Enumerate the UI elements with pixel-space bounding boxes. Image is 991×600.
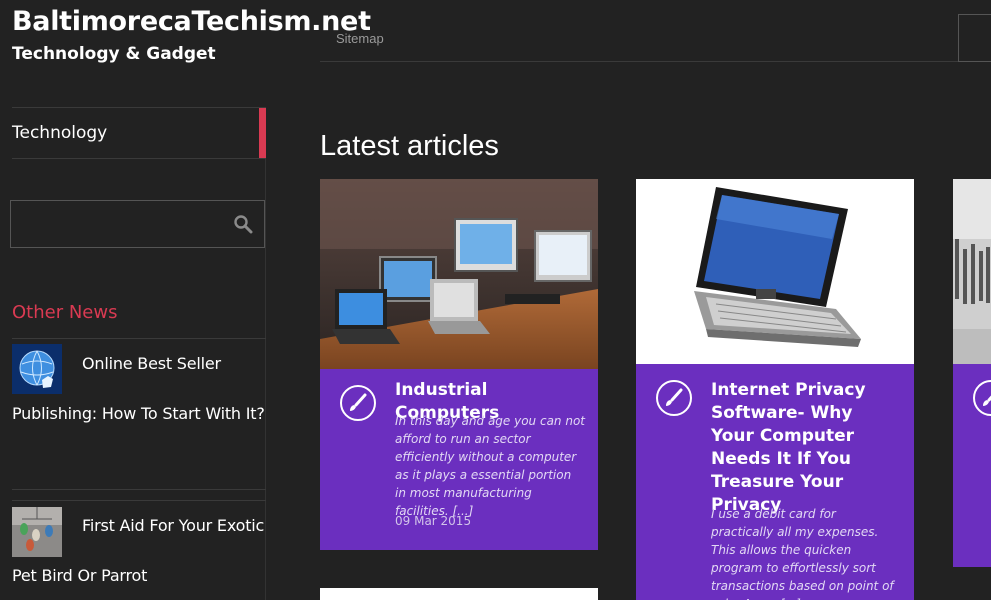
article-excerpt: In this day and age you can not afford t… <box>395 414 586 518</box>
article-card[interactable] <box>953 179 991 567</box>
article-card-body: Internet Privacy Software- Why Your Comp… <box>636 364 914 600</box>
article-card-body: Industrial Computers In this day and age… <box>320 369 598 550</box>
divider <box>12 489 266 490</box>
sidebar: Technology Other News Online Best Seller… <box>0 0 266 600</box>
menu-toggle-button[interactable] <box>958 14 991 62</box>
search-icon[interactable] <box>233 214 253 234</box>
birds-mobile-icon <box>12 507 62 557</box>
brush-icon <box>340 385 376 421</box>
section-title: Latest articles <box>320 130 499 162</box>
list-item[interactable]: First Aid For Your Exotic Pet Bird Or Pa… <box>12 501 266 600</box>
article-image[interactable] <box>320 179 598 369</box>
article-excerpt: I use a debit card for practically all m… <box>711 507 894 600</box>
sidebar-item-technology[interactable]: Technology <box>12 107 266 159</box>
brush-icon <box>656 380 692 416</box>
search-input[interactable] <box>19 209 219 239</box>
article-image[interactable] <box>320 588 598 600</box>
topbar-divider <box>320 61 991 62</box>
article-card[interactable]: Industrial Computers In this day and age… <box>320 179 598 550</box>
active-indicator <box>259 108 266 158</box>
search-form <box>10 200 265 248</box>
site-title[interactable]: BaltimorecaTechism.net <box>12 6 371 37</box>
list-item[interactable]: Online Best Seller Publishing: How To St… <box>12 339 266 439</box>
globe-hand-icon <box>12 344 62 394</box>
other-news-heading: Other News <box>12 302 118 323</box>
article-image[interactable] <box>636 179 914 364</box>
article-card[interactable]: Internet Privacy Software- Why Your Comp… <box>636 179 914 600</box>
brush-icon <box>973 380 991 416</box>
sidebar-item-label: Technology <box>12 123 108 143</box>
article-image[interactable] <box>953 179 991 364</box>
article-date: 09 Mar 2015 <box>395 514 472 528</box>
article-title[interactable]: Internet Privacy Software- Why Your Comp… <box>711 379 901 517</box>
article-card-body <box>953 364 991 567</box>
